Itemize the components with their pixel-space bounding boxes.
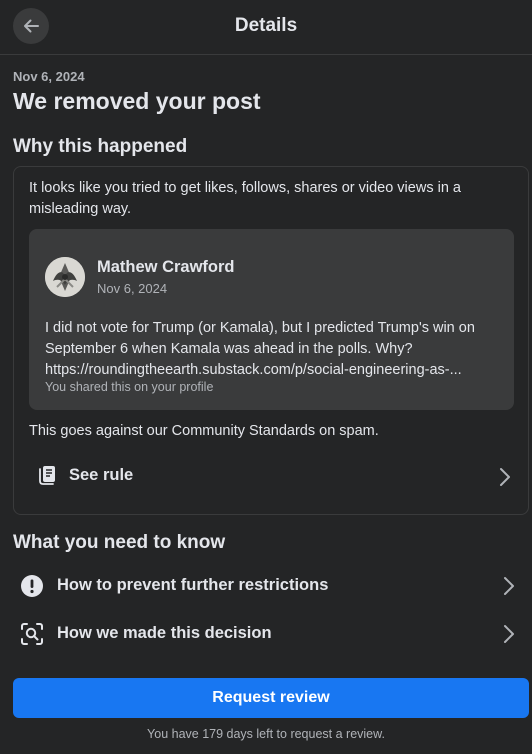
notice-headline: We removed your post xyxy=(13,88,261,114)
reason-card: It looks like you tried to get likes, fo… xyxy=(13,166,529,515)
chevron-right-icon xyxy=(500,468,510,486)
post-text-line: I did not vote for Trump (or Kamala), bu… xyxy=(45,320,475,336)
decision-explanation-row[interactable]: How we made this decision xyxy=(13,612,529,656)
post-link[interactable]: https://roundingtheearth.substack.com/p/… xyxy=(45,360,500,381)
page-title: Details xyxy=(234,15,298,36)
know-section-title: What you need to know xyxy=(13,532,226,553)
chevron-right-icon xyxy=(504,625,514,643)
post-date: Nov 6, 2024 xyxy=(97,281,168,296)
post-text-line: September 6 when Kamala was ahead in the… xyxy=(45,341,413,357)
chevron-right-icon xyxy=(504,577,514,595)
reason-description: It looks like you tried to get likes, fo… xyxy=(29,180,461,217)
author-avatar-image xyxy=(45,257,85,297)
post-text: I did not vote for Trump (or Kamala), bu… xyxy=(45,318,500,381)
see-rule-label: See rule xyxy=(69,466,134,484)
see-rule-button[interactable]: See rule xyxy=(29,457,513,497)
community-standards-text: This goes against our Community Standard… xyxy=(29,423,379,439)
review-deadline-note: You have 179 days left to request a revi… xyxy=(147,727,385,741)
request-review-button[interactable]: Request review xyxy=(13,678,529,718)
removed-post-preview[interactable]: Mathew Crawford Nov 6, 2024 I did not vo… xyxy=(29,229,514,410)
avatar xyxy=(45,257,85,297)
exclamation-circle-icon xyxy=(21,575,43,597)
why-section-title: Why this happened xyxy=(13,136,188,157)
prevent-restrictions-label: How to prevent further restrictions xyxy=(57,576,329,594)
decision-explanation-label: How we made this decision xyxy=(57,624,272,642)
notice-date: Nov 6, 2024 xyxy=(13,69,85,84)
top-bar: Details xyxy=(0,0,532,55)
magnify-scan-icon xyxy=(21,623,43,645)
prevent-restrictions-row[interactable]: How to prevent further restrictions xyxy=(13,564,529,608)
post-author[interactable]: Mathew Crawford xyxy=(97,258,235,277)
document-icon xyxy=(39,466,55,485)
shared-note: You shared this on your profile xyxy=(45,380,214,394)
